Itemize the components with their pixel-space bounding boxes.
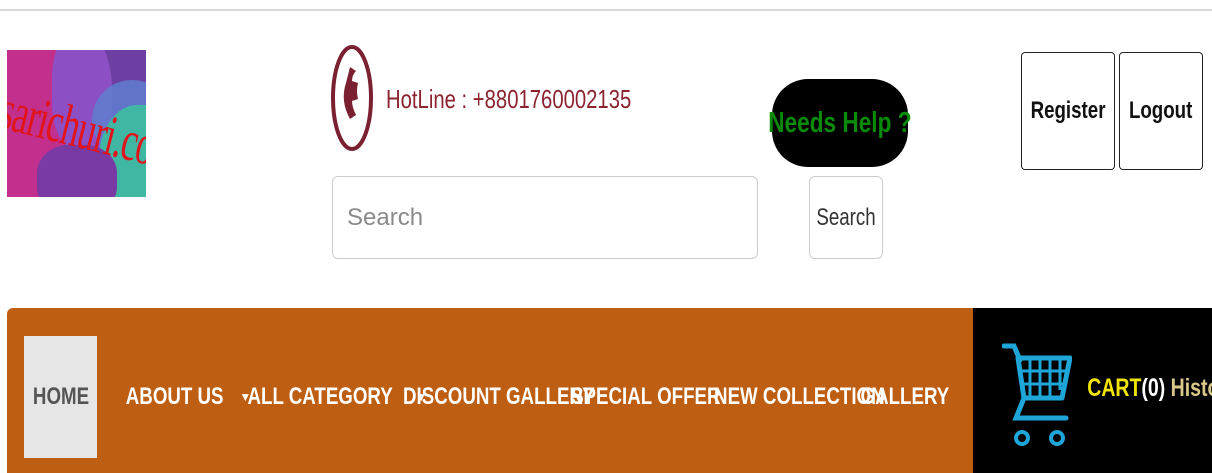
shopping-cart-icon[interactable] — [1002, 338, 1072, 450]
nav-home-label: HOME — [32, 383, 89, 410]
nav-item-gallery[interactable]: GALLERY — [848, 336, 962, 458]
site-logo[interactable]: sarichuri.com — [7, 50, 146, 197]
cart-label: CART — [1087, 374, 1142, 402]
search-button[interactable]: Search — [809, 176, 883, 259]
logout-button[interactable]: Logout — [1119, 52, 1203, 170]
nav-category-label: ALL CATEGORY — [247, 383, 393, 410]
history-label: History — [1170, 374, 1212, 402]
search-input[interactable] — [332, 176, 758, 259]
logout-label: Logout — [1129, 97, 1193, 124]
nav-about-label: ABOUT US — [125, 383, 224, 410]
register-button[interactable]: Register — [1021, 52, 1115, 170]
register-label: Register — [1030, 97, 1106, 124]
cart-count: (0) — [1141, 374, 1166, 402]
cart-history-link[interactable]: CART(0) History — [1066, 374, 1212, 403]
nav-item-home[interactable]: HOME — [24, 336, 97, 458]
hotline-text: HotLine : +8801760002135 — [386, 84, 632, 114]
nav-gallery-label: GALLERY — [860, 383, 950, 410]
search-button-label: Search — [816, 203, 876, 231]
needs-help-button[interactable]: Needs Help ? — [768, 79, 912, 167]
phone-icon — [331, 45, 373, 151]
top-divider — [0, 9, 1212, 11]
needs-help-label: Needs Help ? — [768, 106, 912, 139]
